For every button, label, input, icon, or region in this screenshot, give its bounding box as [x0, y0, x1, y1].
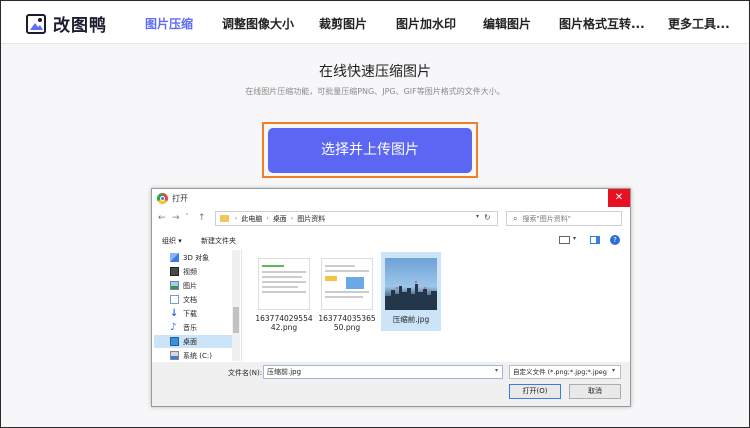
nav-image-compress[interactable]: 图片压缩	[145, 15, 193, 32]
file-thumbnail	[258, 258, 310, 310]
breadcrumb-image-folder[interactable]: 图片资料	[297, 214, 325, 224]
brand-name: 改图鸭	[53, 16, 107, 36]
pictures-icon	[170, 281, 179, 290]
city-skyline-icon	[385, 281, 437, 310]
sidebar-scroll-thumb[interactable]	[233, 307, 239, 333]
desktop-icon	[170, 337, 179, 346]
navigation-pane: 3D 对象 视频 图片 文档 ↓ 下载 ♪ 音乐 桌面 系统 (C:)	[153, 250, 242, 361]
dialog-toolbar: 组织 ▾ 新建文件夹 ▾ ?	[152, 232, 630, 249]
sidebar-item-downloads[interactable]: ↓ 下载	[170, 307, 232, 320]
file-name: 16377402955442.png	[255, 314, 313, 332]
breadcrumb-this-pc[interactable]: 此电脑	[241, 214, 262, 224]
breadcrumb-separator: ›	[266, 215, 269, 222]
organize-button[interactable]: 组织 ▾	[162, 236, 182, 246]
sidebar-item-label: 桌面	[183, 337, 197, 346]
3d-objects-icon	[170, 253, 179, 262]
documents-icon	[170, 295, 179, 304]
sidebar-item-3d-objects[interactable]: 3D 对象	[170, 251, 232, 264]
dialog-footer: 文件名(N): 压缩前.jpg ▾ 自定义文件 (*.png;*.jpg;*.j…	[152, 362, 630, 406]
nav-resize-image[interactable]: 调整图像大小	[222, 15, 294, 32]
search-placeholder: 搜索"图片资料"	[522, 214, 571, 223]
sidebar-scrollbar[interactable]	[232, 250, 240, 361]
nav-watermark[interactable]: 图片加水印	[396, 15, 456, 32]
address-bar[interactable]: › 此电脑 › 桌面 › 图片资料	[215, 211, 498, 226]
search-input[interactable]: ⌕ 搜索"图片资料"	[506, 211, 622, 226]
top-navigation: 改图鸭 图片压缩 调整图像大小 裁剪图片 图片加水印 编辑图片 图片格式互转..…	[1, 1, 748, 44]
nav-format-convert[interactable]: 图片格式互转...	[559, 15, 645, 32]
sidebar-item-desktop[interactable]: 桌面	[154, 335, 234, 348]
chrome-icon	[157, 193, 168, 204]
sidebar-item-label: 图片	[183, 281, 197, 290]
sidebar-item-documents[interactable]: 文档	[170, 293, 232, 306]
sidebar-item-pictures[interactable]: 图片	[170, 279, 232, 292]
sidebar-item-music[interactable]: ♪ 音乐	[170, 321, 232, 334]
help-icon[interactable]: ?	[610, 235, 620, 245]
sidebar-item-c-drive[interactable]: 系统 (C:)	[170, 349, 232, 361]
music-icon: ♪	[170, 322, 177, 333]
recent-locations-icon[interactable]: ˅	[185, 213, 189, 221]
filename-dropdown-icon[interactable]: ▾	[495, 367, 498, 374]
back-arrow-icon[interactable]: ←	[158, 213, 166, 223]
nav-crop-image[interactable]: 裁剪图片	[319, 15, 367, 32]
logo-icon	[26, 13, 46, 34]
preview-pane-icon[interactable]	[590, 236, 600, 244]
breadcrumb-separator: ›	[290, 215, 294, 222]
view-mode-dropdown-icon[interactable]: ▾	[573, 235, 576, 242]
page-subtitle: 在线图片压缩功能，可批量压缩PNG、JPG、GIF等图片格式的文件大小。	[245, 87, 505, 96]
filename-input[interactable]: 压缩前.jpg	[263, 365, 503, 379]
forward-arrow-icon[interactable]: →	[172, 213, 180, 223]
file-item-1[interactable]: 16377402955442.png	[254, 255, 314, 332]
folder-icon	[220, 215, 229, 222]
dialog-close-button[interactable]: ✕	[608, 189, 630, 207]
address-dropdown-icon[interactable]: ▾	[476, 213, 479, 220]
download-icon: ↓	[170, 308, 179, 319]
open-button[interactable]: 打开(O)	[509, 384, 561, 399]
new-folder-button[interactable]: 新建文件夹	[201, 236, 236, 246]
sidebar-item-label: 下载	[183, 309, 197, 318]
dialog-titlebar: 打开 ✕	[152, 189, 630, 208]
upload-button[interactable]: 选择并上传图片	[268, 128, 472, 173]
sidebar-item-videos[interactable]: 视频	[170, 265, 232, 278]
file-thumbnail	[385, 258, 437, 310]
file-name: 压缩前.jpg	[392, 315, 430, 324]
file-list: 16377402955442.png 16377403536550.png 压缩…	[242, 250, 628, 361]
logo[interactable]: 改图鸭	[25, 11, 107, 36]
search-icon: ⌕	[513, 213, 518, 223]
sidebar-item-label: 文档	[183, 295, 197, 304]
nav-edit-image[interactable]: 编辑图片	[483, 15, 531, 32]
sidebar-item-label: 3D 对象	[183, 253, 210, 262]
filetype-select[interactable]: 自定义文件 (*.png;*.jpg;*.jpeg	[509, 365, 621, 379]
open-file-dialog: 打开 ✕ ← → ˅ ↑ › 此电脑 › 桌面 › 图片资料 ▾ ↻ ⌕ 搜索"…	[151, 188, 631, 407]
file-name: 16377403536550.png	[318, 314, 376, 332]
page-title: 在线快速压缩图片	[319, 64, 431, 80]
refresh-icon[interactable]: ↻	[484, 213, 491, 222]
file-thumbnail	[321, 258, 373, 310]
view-mode-icon[interactable]	[559, 236, 570, 244]
file-item-2[interactable]: 16377403536550.png	[317, 255, 377, 332]
address-row: ← → ˅ ↑ › 此电脑 › 桌面 › 图片资料 ▾ ↻ ⌕ 搜索"图片资料"	[152, 209, 630, 229]
filetype-dropdown-icon[interactable]: ▾	[612, 367, 615, 374]
file-item-3-selected[interactable]: 压缩前.jpg	[381, 252, 441, 331]
breadcrumb-desktop[interactable]: 桌面	[273, 214, 287, 224]
breadcrumb-separator: ›	[235, 215, 238, 222]
sidebar-item-label: 视频	[183, 267, 197, 276]
video-icon	[170, 267, 179, 276]
cancel-button[interactable]: 取消	[569, 384, 621, 399]
sidebar-item-label: 系统 (C:)	[183, 351, 212, 360]
nav-more-tools[interactable]: 更多工具...	[668, 15, 730, 32]
drive-icon	[170, 351, 179, 360]
dialog-title: 打开	[172, 194, 188, 203]
sidebar-item-label: 音乐	[183, 323, 197, 332]
filename-label: 文件名(N):	[228, 369, 263, 377]
up-arrow-icon[interactable]: ↑	[198, 213, 206, 223]
